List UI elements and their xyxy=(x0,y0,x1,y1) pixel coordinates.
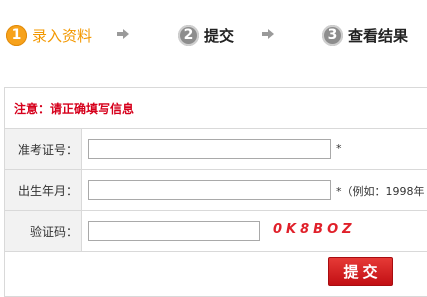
step-1-number-icon: 1 xyxy=(6,24,27,46)
form-row-captcha: 验证码： 0K8BOZ xyxy=(5,210,427,252)
step-progress-bar: 1 录入资料 2 提交 3 查看结果 xyxy=(0,0,427,70)
arrow-right-icon xyxy=(117,29,129,39)
step-2-number-icon: 2 xyxy=(178,24,199,46)
form-row-birth-date: 出生年月： *（例如：1998年 xyxy=(5,169,427,210)
birth-date-label: 出生年月： xyxy=(5,170,82,210)
captcha-input[interactable] xyxy=(88,221,260,241)
form-row-exam-number: 准考证号： * xyxy=(5,128,427,169)
exam-number-label: 准考证号： xyxy=(5,129,82,169)
step-3-number-icon: 3 xyxy=(322,24,343,46)
arrow-right-icon xyxy=(262,29,274,39)
required-mark: * xyxy=(336,142,342,155)
info-form: 注意：请正确填写信息 准考证号： * 出生年月： *（例如：1998年 验证码：… xyxy=(4,87,427,297)
submit-button[interactable]: 提交 xyxy=(328,257,393,286)
step-1-enter-info: 1 录入资料 xyxy=(6,24,92,46)
captcha-label: 验证码： xyxy=(5,211,82,251)
step-2-submit: 2 提交 xyxy=(178,24,234,46)
step-2-label: 提交 xyxy=(204,26,235,45)
captcha-image[interactable]: 0K8BOZ xyxy=(273,222,356,237)
step-1-label: 录入资料 xyxy=(32,26,93,45)
step-3-label: 查看结果 xyxy=(348,26,409,45)
birth-date-input[interactable] xyxy=(88,180,331,200)
step-3-view-results: 3 查看结果 xyxy=(322,24,408,46)
exam-number-input[interactable] xyxy=(88,139,331,159)
birth-date-hint: *（例如：1998年 xyxy=(336,185,425,198)
form-notice: 注意：请正确填写信息 xyxy=(14,102,135,116)
